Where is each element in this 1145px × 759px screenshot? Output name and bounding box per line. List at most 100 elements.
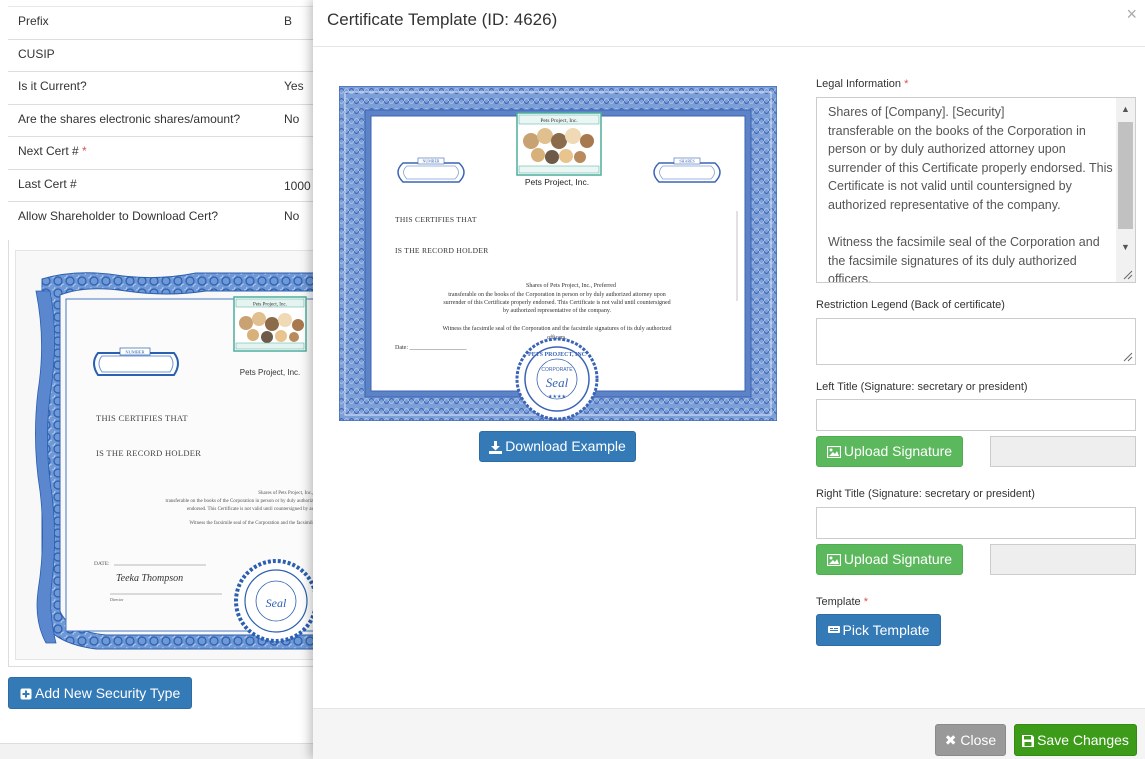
svg-text:★★★★: ★★★★	[548, 394, 566, 400]
scroll-down-arrow-icon[interactable]: ▼	[1116, 239, 1135, 255]
resize-grip-icon[interactable]	[1123, 352, 1133, 362]
required-marker: *	[82, 144, 87, 158]
plus-square-icon	[20, 688, 32, 700]
scroll-up-arrow-icon[interactable]: ▲	[1116, 101, 1135, 117]
property-value: Yes	[284, 79, 304, 93]
preview-company-name: Pets Project, Inc.	[525, 177, 589, 187]
bg-signature: Teeka Thompson	[116, 573, 183, 584]
property-row: Allow Shareholder to Download Cert? No	[8, 201, 338, 234]
required-marker: *	[863, 596, 868, 608]
property-label: Next Cert # *	[18, 144, 87, 158]
preview-number-label: NUMBER	[422, 159, 439, 164]
restriction-legend-textarea[interactable]	[816, 318, 1136, 365]
bg-logo-box-text: Pets Project, Inc.	[253, 303, 287, 308]
upload-left-signature-label: Upload Signature	[843, 443, 953, 459]
property-label: CUSIP	[18, 47, 55, 61]
upload-left-signature-button[interactable]: Upload Signature	[816, 436, 963, 467]
resize-grip-icon[interactable]	[1123, 270, 1133, 280]
seal-mid-text: CORPORATE	[541, 367, 573, 373]
property-row: Last Cert # 1000	[8, 168, 338, 202]
certificate-preview-panel: Pets Project, Inc. Pets Project, Inc. NU…	[8, 240, 338, 667]
right-signature-preview	[990, 544, 1136, 575]
required-marker: *	[904, 78, 909, 90]
image-icon	[826, 554, 841, 567]
modal-header: Certificate Template (ID: 4626) ×	[313, 0, 1145, 47]
preview-shares-label: SHARES	[679, 159, 694, 164]
left-signature-preview	[990, 436, 1136, 467]
bg-body-line-4: Witness the facsimile seal of the Corpor…	[189, 521, 318, 526]
property-label-text: Allow Shareholder to Download Cert?	[18, 209, 219, 223]
preview-body-line-4: by authorized representative of the comp…	[503, 307, 611, 314]
property-value: No	[284, 209, 300, 223]
property-row: Prefix B	[8, 6, 338, 39]
legal-information-textarea[interactable]: Shares of [Company]. [Security] transfer…	[816, 97, 1136, 283]
restriction-legend-label: Restriction Legend (Back of certificate)	[816, 299, 1005, 311]
pick-template-button[interactable]: Pick Template	[816, 614, 941, 646]
property-label-text: CUSIP	[18, 46, 55, 61]
bg-date-label: DATE:	[94, 561, 110, 567]
upload-right-signature-button[interactable]: Upload Signature	[816, 544, 963, 575]
scrollbar-thumb[interactable]	[1118, 122, 1133, 229]
bg-company-name: Pets Project, Inc.	[240, 368, 300, 377]
template-label-text: Template	[816, 596, 861, 608]
property-label-text: Next Cert #	[18, 144, 79, 158]
left-title-input[interactable]	[816, 399, 1136, 431]
certificate-preview-graphic: Pets Project, Inc. Pets Project, Inc. NU…	[338, 85, 778, 422]
bg-body-line-1: Shares of Pets Project, Inc., B	[258, 491, 318, 496]
security-properties-table: Prefix B CUSIP Is it Current? Yes Are the sha…	[8, 6, 338, 234]
preview-body-line-2: transferable on the books of the Corpora…	[448, 291, 666, 298]
save-changes-label: Save Changes	[1037, 732, 1129, 748]
legal-information-label-text: Legal Information	[816, 78, 901, 90]
template-label: Template *	[816, 596, 868, 608]
property-value: B	[284, 14, 293, 28]
property-label: Prefix	[18, 14, 49, 28]
template-icon	[827, 626, 840, 636]
download-icon	[489, 440, 503, 454]
bg-record-holder-text: IS THE RECORD HOLDER	[96, 448, 201, 458]
property-label-text: Are the shares electronic shares/amount?	[18, 111, 241, 126]
modal-footer: ✖ Close Save Changes	[313, 708, 1145, 759]
property-row: Is it Current? Yes	[8, 71, 338, 104]
preview-certifies-text: THIS CERTIFIES THAT	[395, 215, 477, 224]
property-label: Allow Shareholder to Download Cert?	[18, 209, 218, 223]
left-title-label: Left Title (Signature: secretary or pres…	[816, 381, 1028, 393]
add-new-security-type-button[interactable]: Add New Security Type	[8, 677, 193, 709]
property-row: CUSIP	[8, 38, 338, 72]
pick-template-label: Pick Template	[842, 622, 930, 638]
bg-certifies-text: THIS CERTIFIES THAT	[96, 413, 188, 423]
legal-information-text: Shares of [Company]. [Security] transfer…	[828, 105, 1113, 283]
preview-body-line-5: Witness the facsimile seal of the Corpor…	[442, 325, 671, 332]
preview-body-line-3: surrender of this Certificate properly e…	[443, 299, 670, 306]
property-label-text: Prefix	[18, 14, 49, 28]
legal-information-scrollbar[interactable]: ▲ ▼	[1116, 98, 1135, 282]
bg-number-badge: NUMBER	[93, 347, 179, 376]
close-button[interactable]: ✖ Close	[935, 724, 1006, 756]
property-row: Are the shares electronic shares/amount?…	[8, 103, 338, 137]
corporate-seal-icon: PETS PROJECT, INC CORPORATE Seal ★★★★	[515, 337, 599, 421]
times-icon: ✖	[944, 732, 957, 748]
preview-logo-box-text: Pets Project, Inc.	[540, 118, 578, 124]
certificate-preview-image: Pets Project, Inc. Pets Project, Inc. NU…	[338, 85, 778, 422]
right-title-label: Right Title (Signature: secretary or pre…	[816, 488, 1035, 500]
preview-record-holder-text: IS THE RECORD HOLDER	[395, 246, 489, 255]
add-new-security-type-label: Add New Security Type	[35, 685, 181, 701]
certificate-template-modal: Certificate Template (ID: 4626) × Pets P…	[313, 0, 1145, 759]
close-icon[interactable]: ×	[1126, 5, 1137, 23]
preview-body-line-1: Shares of Pets Project, Inc., Preferred	[526, 282, 616, 289]
bg-number-label: NUMBER	[125, 350, 144, 355]
save-changes-button[interactable]: Save Changes	[1014, 724, 1137, 756]
property-label-text: Last Cert #	[18, 176, 77, 191]
property-label: Last Cert #	[18, 177, 77, 191]
download-example-button[interactable]: Download Example	[479, 431, 636, 462]
upload-right-signature-label: Upload Signature	[843, 551, 953, 567]
seal-top-text: PETS PROJECT, INC	[528, 352, 586, 358]
seal-word-text: Seal	[546, 375, 569, 390]
legal-information-label: Legal Information *	[816, 78, 908, 90]
property-label-text: Is it Current?	[18, 79, 87, 93]
close-button-label: Close	[960, 732, 997, 748]
floppy-disk-icon	[1022, 735, 1035, 748]
background-certificate-image: Pets Project, Inc. Pets Project, Inc. NU…	[15, 250, 335, 660]
right-title-input[interactable]	[816, 507, 1136, 539]
bg-body-line-3: endorsed. This Certificate is not valid …	[187, 507, 318, 512]
property-label: Are the shares electronic shares/amount?	[18, 112, 240, 126]
